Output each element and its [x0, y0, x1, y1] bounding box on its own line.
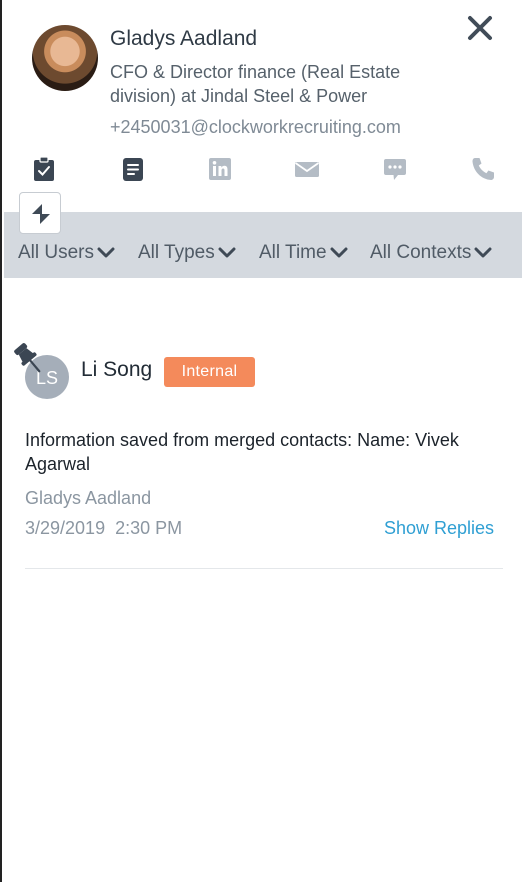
filter-users-dropdown[interactable]: All Users	[18, 242, 115, 268]
summary-toggle-button[interactable]	[19, 192, 61, 234]
contact-panel: Gladys Aadland CFO & Director finance (R…	[0, 0, 522, 882]
chevron-down-icon	[97, 247, 115, 258]
document-icon[interactable]	[120, 156, 146, 182]
clipboard-check-icon[interactable]	[31, 156, 57, 182]
note-divider	[25, 568, 503, 569]
filter-time-dropdown[interactable]: All Time	[259, 242, 348, 268]
show-replies-link[interactable]: Show Replies	[384, 518, 494, 539]
filter-users-label: All Users	[18, 242, 95, 263]
filter-bar: All Users All Types All Time All Context…	[4, 212, 522, 278]
phone-icon[interactable]	[470, 156, 496, 182]
filter-contexts-dropdown[interactable]: All Contexts	[370, 242, 492, 268]
pin-icon[interactable]	[14, 342, 44, 376]
split-arrows-icon	[32, 204, 50, 224]
chevron-down-icon	[218, 247, 236, 258]
contact-avatar	[32, 25, 98, 91]
chat-icon[interactable]	[382, 156, 408, 182]
contact-email[interactable]: +2450031@clockworkrecruiting.com	[110, 117, 401, 138]
close-icon	[468, 16, 492, 40]
note-timestamp: 3/29/2019 2:30 PM	[25, 518, 183, 538]
note-text: Information saved from merged contacts: …	[25, 430, 459, 474]
close-button[interactable]	[464, 12, 496, 44]
note-author: Li Song	[81, 358, 153, 381]
internal-badge: Internal	[164, 357, 255, 387]
chevron-down-icon	[330, 247, 348, 258]
filter-types-dropdown[interactable]: All Types	[138, 242, 236, 268]
linkedin-icon[interactable]	[207, 156, 233, 182]
filter-contexts-label: All Contexts	[370, 242, 472, 263]
filter-time-label: All Time	[259, 242, 327, 263]
mail-icon[interactable]	[294, 156, 320, 182]
note-contact: Gladys Aadland	[25, 488, 152, 508]
contact-title: CFO & Director finance (Real Estate divi…	[110, 62, 401, 106]
filter-types-label: All Types	[138, 242, 215, 263]
contact-name: Gladys Aadland	[110, 27, 258, 50]
chevron-down-icon	[474, 247, 492, 258]
